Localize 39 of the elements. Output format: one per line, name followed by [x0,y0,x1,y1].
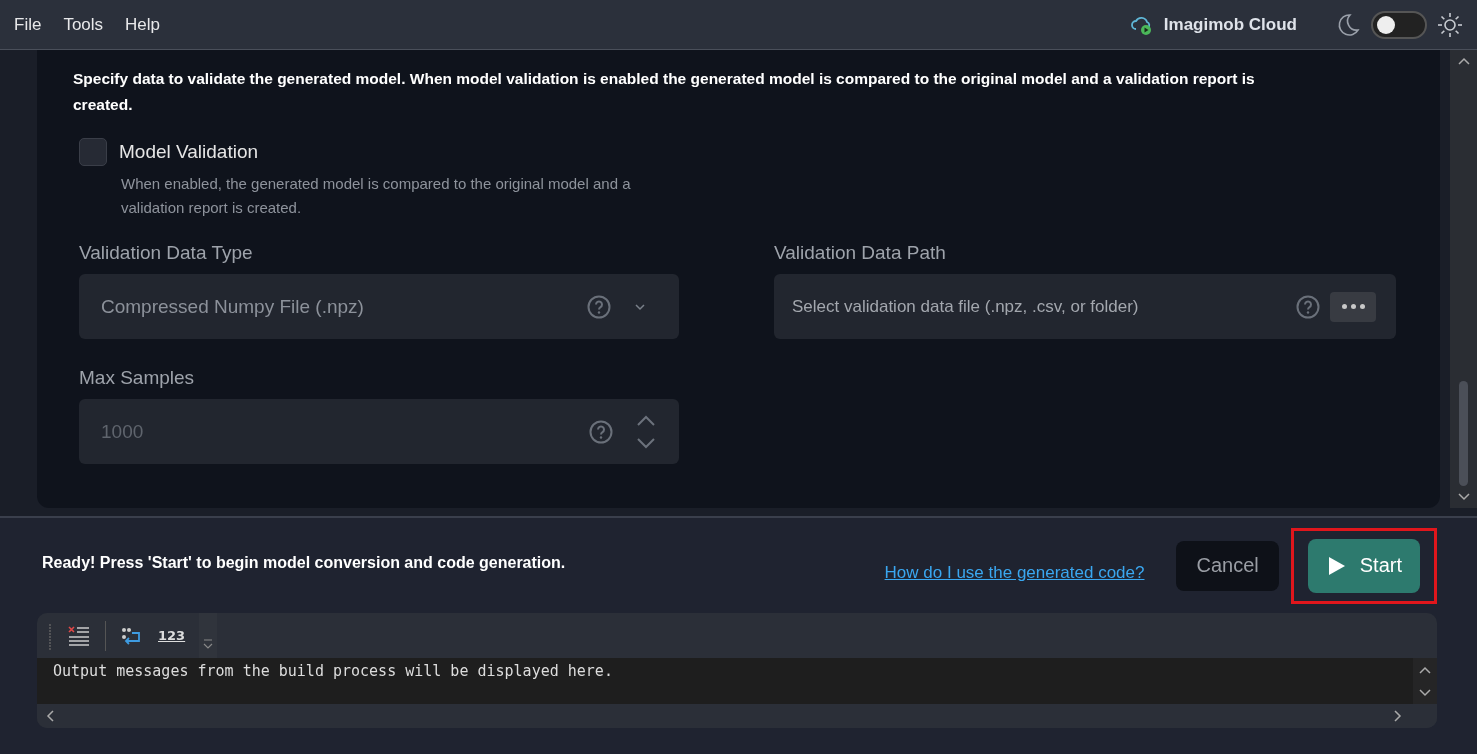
clear-output-icon[interactable] [67,624,91,647]
browse-button[interactable] [1330,291,1376,322]
grip-icon[interactable] [47,621,53,650]
line-numbers-toggle[interactable]: 123 [158,628,186,643]
cloud-label[interactable]: Imagimob Cloud [1163,14,1297,35]
sun-icon [1437,11,1463,38]
menu-item[interactable]: File [14,10,50,39]
scroll-down-icon[interactable] [1456,492,1471,502]
overflow-icon[interactable] [203,638,214,650]
field-label: Validation Data Type [79,242,254,264]
chevron-up-icon[interactable] [635,413,657,428]
help-icon[interactable] [589,419,613,444]
dropdown-field[interactable]: Compressed Numpy File (.npz) [79,274,679,339]
description-text: Specify data to validate the generated model. When model validation is enabled the generated model is compared to the original model and a validation report is created. [73,69,1256,115]
help-link[interactable]: How do I use the generated code? [884,562,1145,583]
file-path-field[interactable]: Select validation data file (.npz, .csv, or folder) [774,274,1396,339]
menu-item[interactable]: Help [125,10,169,39]
scroll-right-icon[interactable] [1393,709,1403,723]
checkbox-label: Model Validation [119,141,259,163]
scroll-up-icon[interactable] [1456,56,1471,66]
scroll-down-icon[interactable] [1418,687,1432,698]
scroll-up-icon[interactable] [1418,664,1432,675]
scroll-left-icon[interactable] [45,709,55,723]
play-icon [1327,555,1346,576]
help-icon[interactable] [587,294,611,319]
start-button[interactable]: Start [1307,538,1420,593]
chevron-down-icon [633,301,647,312]
checkbox[interactable] [79,138,107,166]
chevron-down-icon[interactable] [635,435,657,450]
scrollbar-thumb[interactable] [1459,381,1468,486]
output-text: Output messages from the build process will be displayed here. [53,661,613,682]
theme-toggle[interactable] [1371,10,1427,39]
field-label: Validation Data Path [774,242,947,264]
cancel-button[interactable]: Cancel [1176,540,1279,591]
hint-text: When enabled, the generated model is compared to the original model and a validation report is created. [121,174,632,218]
field-label: Max Samples [79,367,196,389]
status-message: Ready! Press 'Start' to begin model conversion and code generation. [41,553,567,572]
menu-item[interactable]: Tools [63,10,112,39]
help-icon[interactable] [1296,294,1320,319]
